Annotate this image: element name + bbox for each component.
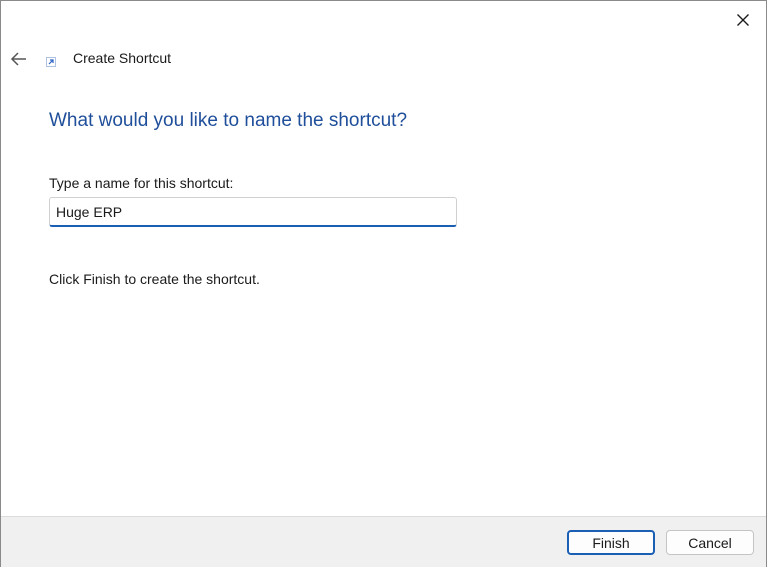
button-bar: Finish Cancel (1, 516, 766, 567)
name-field-label: Type a name for this shortcut: (49, 175, 234, 191)
finish-button[interactable]: Finish (567, 530, 655, 555)
back-button[interactable] (7, 47, 31, 71)
shortcut-name-input[interactable] (49, 197, 457, 227)
title-bar (1, 1, 766, 39)
back-arrow-icon (10, 52, 26, 66)
shortcut-arrow-icon (45, 56, 57, 68)
wizard-header: Create Shortcut (1, 41, 766, 77)
finish-info-text: Click Finish to create the shortcut. (49, 271, 260, 287)
close-icon (737, 14, 749, 26)
create-shortcut-dialog: Create Shortcut What would you like to n… (0, 0, 767, 567)
close-button[interactable] (720, 1, 766, 39)
main-instruction: What would you like to name the shortcut… (49, 110, 408, 131)
wizard-title: Create Shortcut (73, 50, 172, 66)
cancel-button[interactable]: Cancel (666, 530, 754, 555)
